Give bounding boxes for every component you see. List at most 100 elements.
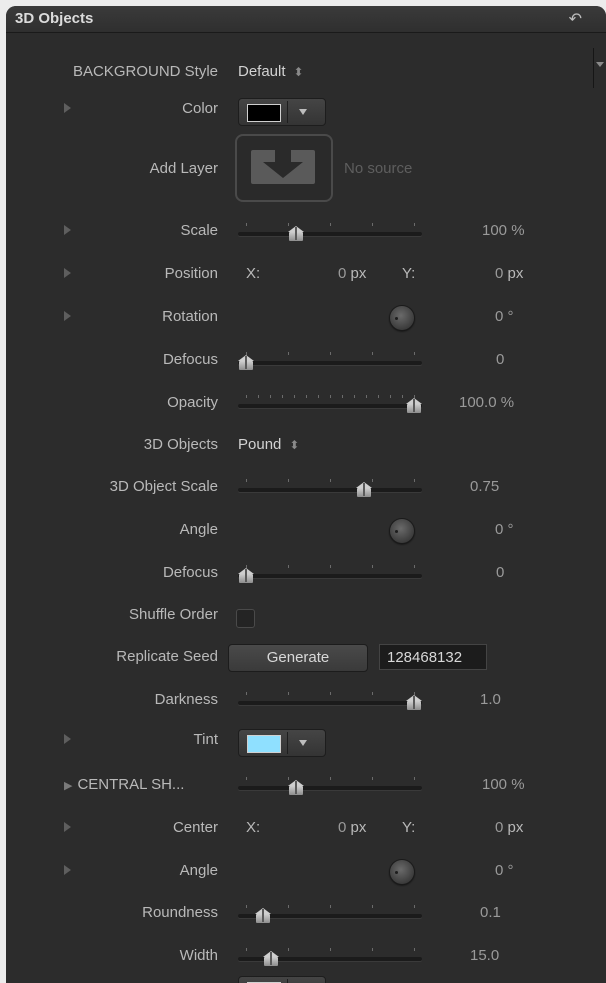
slider-tick xyxy=(372,352,373,355)
angle-2-unit: ° xyxy=(507,862,514,879)
angle-2-value[interactable]: 0 ° xyxy=(495,862,514,879)
slider-tick xyxy=(402,395,403,398)
central-sh-label[interactable]: ▶ CENTRAL SH... xyxy=(64,776,184,793)
background-style-popup[interactable]: Default ⬍ xyxy=(238,63,304,80)
row-defocus: Defocus 0 xyxy=(6,347,606,375)
disclosure-triangle-icon[interactable]: ▶ xyxy=(64,780,72,792)
disclosure-triangle-icon[interactable] xyxy=(64,225,71,235)
title-bar: 3D Objects ↶ xyxy=(6,6,606,33)
row-3d-objects: 3D Objects Pound ⬍ xyxy=(6,432,606,460)
scale-value[interactable]: 100 % xyxy=(482,222,525,239)
slider-track xyxy=(238,488,422,492)
angle-unit: ° xyxy=(507,521,514,538)
slider-tick xyxy=(246,223,247,226)
3d-object-scale-value[interactable]: 0.75 xyxy=(470,478,499,495)
slider-tick xyxy=(246,479,247,482)
dropdown-arrow-icon[interactable] xyxy=(299,109,307,115)
x-unit: px xyxy=(350,819,367,836)
tint-label: Tint xyxy=(193,731,218,748)
roundness-slider[interactable] xyxy=(238,902,422,926)
inspector-panel: 3D Objects ↶ BACKGROUND Style Default ⬍ C… xyxy=(6,6,606,983)
defocus-slider[interactable] xyxy=(238,349,422,373)
disclosure-triangle-icon[interactable] xyxy=(64,103,71,113)
row-tint: Tint xyxy=(6,727,606,757)
disclosure-triangle-icon[interactable] xyxy=(64,822,71,832)
central-sh-text: CENTRAL SH... xyxy=(77,776,185,793)
slider-knob[interactable] xyxy=(238,355,254,370)
rotation-value[interactable]: 0 ° xyxy=(495,308,514,325)
opacity-unit: % xyxy=(500,394,515,411)
opacity-slider[interactable] xyxy=(238,392,422,416)
y-unit: px xyxy=(507,819,524,836)
darkness-value[interactable]: 1.0 xyxy=(480,691,501,708)
position-x-value[interactable]: 0 px xyxy=(338,265,366,282)
dropdown-arrow-icon[interactable] xyxy=(299,740,307,746)
position-x-label: X: xyxy=(246,265,261,282)
center-label: Center xyxy=(172,819,218,836)
3d-object-scale-slider[interactable] xyxy=(238,476,422,500)
scale-slider[interactable] xyxy=(238,220,422,244)
slider-knob[interactable] xyxy=(238,568,254,583)
angle-2-dial[interactable] xyxy=(390,860,414,884)
row-roundness: Roundness 0.1 xyxy=(6,900,606,928)
slider-knob[interactable] xyxy=(288,226,305,241)
defocus-2-value[interactable]: 0 xyxy=(496,564,504,581)
slider-tick xyxy=(414,479,415,482)
tint-color-well[interactable] xyxy=(238,729,326,757)
row-defocus-2: Defocus 0 xyxy=(6,560,606,588)
row-background-style: BACKGROUND Style Default ⬍ xyxy=(6,59,606,87)
roundness-value[interactable]: 0.1 xyxy=(480,904,501,921)
slider-knob[interactable] xyxy=(355,482,372,497)
seed-field[interactable]: 128468132 xyxy=(379,644,487,670)
disclosure-triangle-icon[interactable] xyxy=(64,734,71,744)
angle-value[interactable]: 0 ° xyxy=(495,521,514,538)
panel-title: 3D Objects xyxy=(15,10,94,27)
image-drop-well[interactable] xyxy=(235,134,333,202)
opacity-value[interactable]: 100.0 % xyxy=(459,394,514,411)
reset-arrow-icon[interactable]: ↶ xyxy=(569,9,582,29)
slider-tick xyxy=(330,479,331,482)
width-value[interactable]: 15.0 xyxy=(470,947,499,964)
slider-tick xyxy=(330,223,331,226)
row-width: Width 15.0 xyxy=(6,943,606,971)
central-sh-value[interactable]: 100 % xyxy=(482,776,525,793)
3d-objects-popup[interactable]: Pound ⬍ xyxy=(238,436,299,453)
slider-tick xyxy=(294,395,295,398)
slider-knob[interactable] xyxy=(406,398,422,413)
slider-tick xyxy=(306,395,307,398)
disclosure-triangle-icon[interactable] xyxy=(64,268,71,278)
darkness-label: Darkness xyxy=(154,691,218,708)
disclosure-triangle-icon[interactable] xyxy=(64,311,71,321)
slider-tick xyxy=(414,565,415,568)
darkness-slider[interactable] xyxy=(238,689,422,713)
generate-button[interactable]: Generate xyxy=(228,644,368,672)
divider xyxy=(287,732,288,754)
position-y-value[interactable]: 0 px xyxy=(495,265,523,282)
center-y-value[interactable]: 0 px xyxy=(495,819,523,836)
slider-tick xyxy=(330,352,331,355)
angle-dial[interactable] xyxy=(390,519,414,543)
central-sh-slider[interactable] xyxy=(238,774,422,798)
central-sh-number: 100 xyxy=(482,776,508,793)
disclosure-triangle-icon[interactable] xyxy=(64,865,71,875)
slider-knob[interactable] xyxy=(263,951,280,966)
defocus-2-slider[interactable] xyxy=(238,562,422,586)
popup-arrows-icon: ⬍ xyxy=(293,65,304,79)
position-label: Position xyxy=(164,265,218,282)
slider-track xyxy=(238,574,422,578)
shuffle-order-checkbox[interactable] xyxy=(236,609,255,628)
divider xyxy=(287,101,288,123)
slider-knob[interactable] xyxy=(288,780,305,795)
defocus-value[interactable]: 0 xyxy=(496,351,504,368)
partial-color-well[interactable] xyxy=(238,976,326,983)
center-y-label: Y: xyxy=(402,819,416,836)
background-style-value: Default xyxy=(238,63,286,80)
width-slider[interactable] xyxy=(238,945,422,969)
slider-knob[interactable] xyxy=(254,908,271,923)
slider-knob[interactable] xyxy=(406,695,422,710)
center-x-value[interactable]: 0 px xyxy=(338,819,366,836)
slider-tick xyxy=(330,777,331,780)
rotation-dial[interactable] xyxy=(390,306,414,330)
color-well[interactable] xyxy=(238,98,326,126)
slider-tick xyxy=(372,948,373,951)
